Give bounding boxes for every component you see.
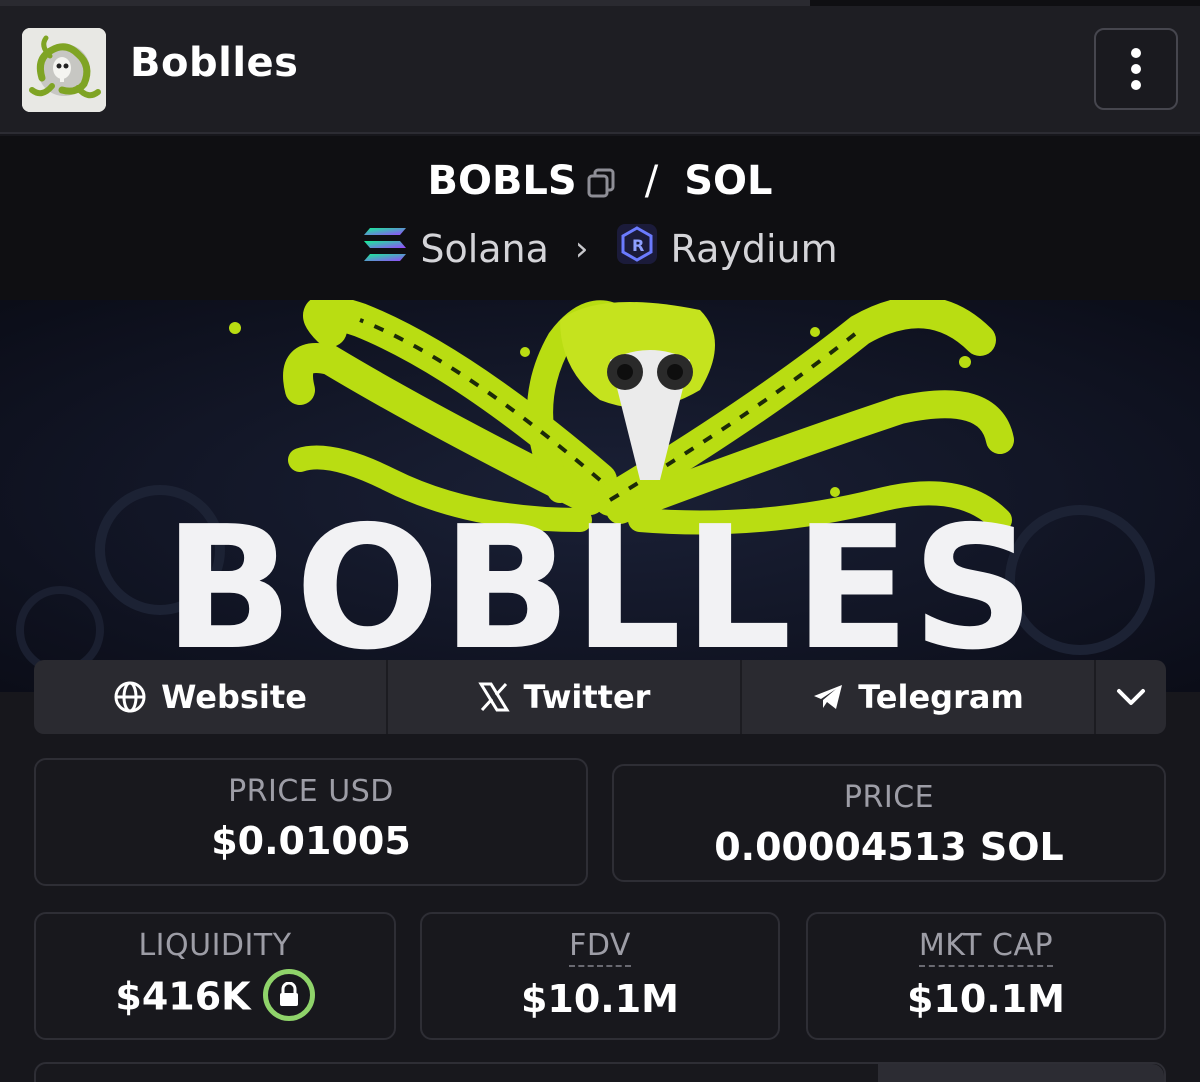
liquidity-label: LIQUIDITY bbox=[138, 928, 292, 963]
svg-text:R: R bbox=[632, 236, 644, 255]
more-links-button[interactable] bbox=[1096, 660, 1166, 734]
website-label: Website bbox=[161, 678, 307, 716]
price-usd-card: PRICE USD $0.01005 bbox=[34, 758, 588, 886]
price-native-value: 0.00004513 SOL bbox=[714, 825, 1064, 869]
price-usd-value: $0.01005 bbox=[211, 819, 411, 863]
timeframe-tab-active[interactable] bbox=[878, 1064, 1164, 1082]
chevron-right-icon: › bbox=[574, 228, 589, 269]
fdv-card: FDV $10.1M bbox=[420, 912, 780, 1040]
mkt-cap-value: $10.1M bbox=[906, 977, 1065, 1021]
dex-link-raydium[interactable]: Raydium bbox=[671, 227, 838, 271]
fdv-label[interactable]: FDV bbox=[569, 928, 631, 967]
chain-link-solana[interactable]: Solana bbox=[420, 227, 549, 271]
octopus-logo-icon bbox=[22, 28, 106, 112]
price-native-label: PRICE bbox=[843, 780, 935, 815]
kebab-menu-icon bbox=[1131, 48, 1141, 58]
liquidity-value: $416K bbox=[115, 974, 251, 1019]
app-header: Boblles bbox=[0, 6, 1200, 134]
twitter-label: Twitter bbox=[523, 678, 651, 716]
kebab-menu-button[interactable] bbox=[1094, 28, 1178, 110]
telegram-icon bbox=[814, 685, 843, 709]
pair-info: BOBLS / SOL Solana › R Raydium bbox=[0, 136, 1200, 300]
timeframe-tabs bbox=[34, 1062, 1166, 1082]
quote-symbol: SOL bbox=[684, 158, 773, 204]
pair-title: BOBLS / SOL bbox=[0, 158, 1200, 204]
telegram-label: Telegram bbox=[858, 678, 1024, 716]
liquidity-card: LIQUIDITY $416K bbox=[34, 912, 396, 1040]
x-icon bbox=[477, 682, 510, 712]
twitter-link[interactable]: Twitter bbox=[388, 660, 742, 734]
pair-separator: / bbox=[644, 158, 659, 204]
website-link[interactable]: Website bbox=[34, 660, 388, 734]
solana-icon bbox=[362, 224, 408, 273]
raydium-icon: R bbox=[615, 222, 659, 275]
app-title: Boblles bbox=[130, 40, 299, 86]
mkt-cap-card: MKT CAP $10.1M bbox=[806, 912, 1166, 1040]
token-banner: BOBLLES bbox=[0, 300, 1200, 692]
copy-icon[interactable] bbox=[585, 164, 619, 198]
globe-icon bbox=[114, 681, 146, 713]
social-links-bar: Website Twitter Telegram bbox=[34, 660, 1166, 734]
price-native-card: PRICE 0.00004513 SOL bbox=[612, 764, 1166, 882]
base-symbol: BOBLS bbox=[427, 158, 577, 204]
chevron-down-icon bbox=[1117, 689, 1145, 705]
fdv-value: $10.1M bbox=[520, 977, 679, 1021]
lock-icon[interactable] bbox=[262, 969, 315, 1021]
price-usd-label: PRICE USD bbox=[228, 774, 394, 809]
banner-wordmark: BOBLLES bbox=[163, 490, 1037, 688]
mkt-cap-label[interactable]: MKT CAP bbox=[918, 928, 1054, 967]
chain-breadcrumb: Solana › R Raydium bbox=[0, 222, 1200, 275]
telegram-link[interactable]: Telegram bbox=[742, 660, 1096, 734]
